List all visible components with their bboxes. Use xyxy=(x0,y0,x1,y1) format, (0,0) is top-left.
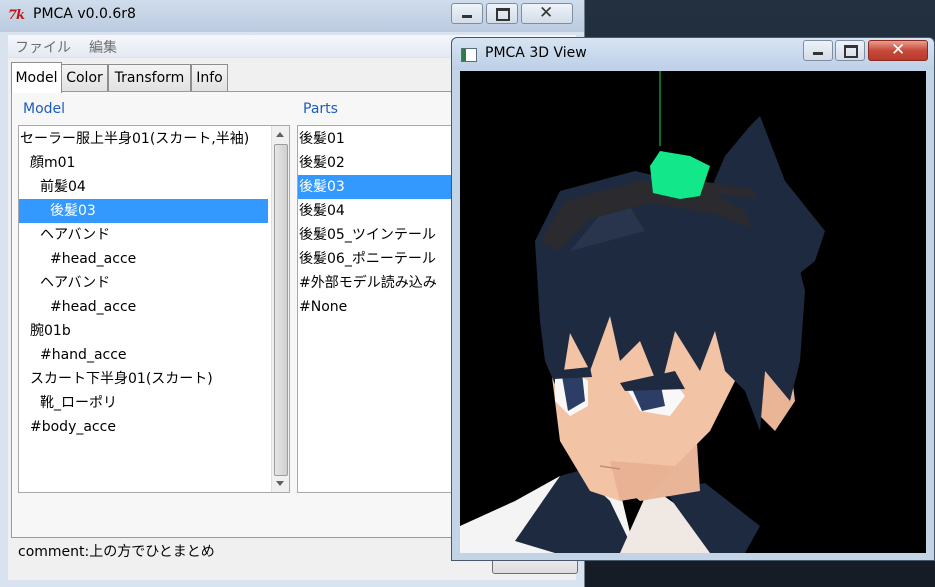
model-tree-list[interactable]: #body_acce 靴_ローポリ スカート下半身01(スカート) #hand_acc… xyxy=(18,125,290,493)
close-button[interactable]: ✕ xyxy=(521,3,573,24)
parts-group-label: Parts xyxy=(303,101,338,117)
maximize-icon xyxy=(496,8,510,21)
model-list-scroll-thumb[interactable] xyxy=(274,144,288,476)
model-tree-item[interactable]: #hand_acce xyxy=(19,343,268,367)
model-tree-item[interactable]: 後髪03 xyxy=(19,199,268,223)
maximize-icon xyxy=(844,45,858,58)
menu-edit[interactable]: 編集 xyxy=(89,37,117,57)
model-group-label: Model xyxy=(23,101,66,117)
view-window-title: PMCA 3D View xyxy=(485,45,587,61)
green-accessory xyxy=(650,151,710,199)
main-titlebar[interactable]: 7k PMCA v0.0.6r8 ✕ xyxy=(0,0,584,32)
model-tree-item[interactable]: スカート下半身01(スカート) xyxy=(19,367,268,391)
3d-view-canvas[interactable] xyxy=(460,71,926,553)
menu-file[interactable]: ファイル xyxy=(15,37,71,57)
model-tree-item[interactable]: ヘアバンド xyxy=(19,223,268,247)
close-icon: ✕ xyxy=(539,3,554,23)
tab-color[interactable]: Color xyxy=(61,64,108,91)
model-list-scrollbar[interactable] xyxy=(271,126,289,492)
view-titlebar[interactable]: PMCA 3D View ✕ xyxy=(452,38,934,70)
close-icon: ✕ xyxy=(891,40,906,60)
comment-text: comment:上の方でひとまとめ xyxy=(18,544,215,560)
minimize-icon xyxy=(462,15,472,18)
minimize-icon xyxy=(813,52,823,55)
model-tree-item[interactable]: #body_acce xyxy=(19,415,268,439)
model-tree-item[interactable]: 腕01b xyxy=(19,319,268,343)
model-tree-item[interactable]: #head_acce xyxy=(19,295,268,319)
view-close-button[interactable]: ✕ xyxy=(868,40,928,61)
tk-logo-icon: 7k xyxy=(8,8,25,23)
3d-model-render xyxy=(460,71,825,553)
window-icon xyxy=(461,48,477,62)
minimize-button[interactable] xyxy=(451,3,483,24)
view-maximize-button[interactable] xyxy=(835,40,865,61)
model-tree-item[interactable]: ヘアバンド xyxy=(19,271,268,295)
model-tree-item[interactable]: 顔m01 xyxy=(19,151,268,175)
tab-transform[interactable]: Transform xyxy=(108,64,191,91)
maximize-button[interactable] xyxy=(486,3,518,24)
scroll-down-arrow-icon[interactable] xyxy=(276,481,284,486)
pmca-3d-view-window: PMCA 3D View ✕ xyxy=(451,37,935,561)
scroll-up-arrow-icon[interactable] xyxy=(276,132,284,137)
tab-info[interactable]: Info xyxy=(191,64,228,91)
view-minimize-button[interactable] xyxy=(803,40,833,61)
model-tree-item[interactable]: セーラー服上半身01(スカート,半袖) xyxy=(19,127,268,151)
tab-model[interactable]: Model xyxy=(11,62,62,93)
model-tree-item[interactable]: 靴_ローポリ xyxy=(19,391,268,415)
main-window-title: PMCA v0.0.6r8 xyxy=(33,6,136,22)
model-tree-item[interactable]: #head_acce xyxy=(19,247,268,271)
model-tree-item[interactable]: 前髪04 xyxy=(19,175,268,199)
